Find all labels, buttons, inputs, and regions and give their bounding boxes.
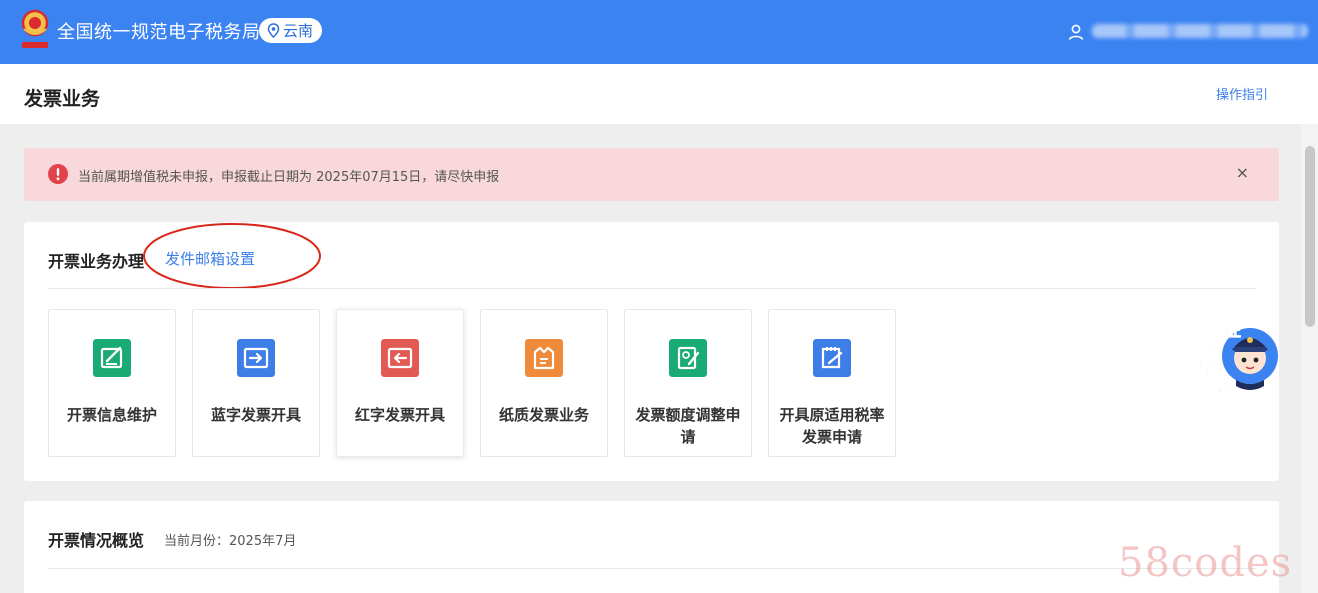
alert-message: 当前属期增值税未申报，申报截止日期为 2025年07月15日，请尽快申报 bbox=[78, 170, 500, 185]
red-invoice-icon bbox=[381, 339, 419, 377]
region-label: 云南 bbox=[283, 22, 314, 40]
invoice-overview-card: 开票情况概览 当前月份：2025年7月 bbox=[24, 501, 1279, 593]
page-header: 发票业务 操作指引 bbox=[0, 64, 1318, 124]
location-pin-icon bbox=[267, 23, 280, 38]
quota-adjust-icon bbox=[669, 339, 707, 377]
scrollbar-thumb[interactable] bbox=[1305, 146, 1315, 327]
tile-invoice-info-maintenance[interactable]: 开票信息维护 bbox=[48, 309, 176, 457]
mascot-interaction-icon[interactable]: 征 纳 互 动 bbox=[1194, 316, 1282, 400]
mascot-char: 纳 bbox=[1200, 332, 1217, 353]
tax-emblem-icon[interactable] bbox=[19, 9, 51, 51]
tile-label: 发票额度调整申请 bbox=[635, 406, 741, 446]
tile-original-rate-invoice[interactable]: 开具原适用税率发票申请 bbox=[768, 309, 896, 457]
current-month-label: 当前月份：2025年7月 bbox=[164, 534, 297, 549]
operations-title: 开票业务办理 bbox=[48, 252, 145, 271]
blue-invoice-icon bbox=[237, 339, 275, 377]
invoice-operations-card: 开票业务办理 发件邮箱设置 开票信息维护 蓝字发票开具 红字发票开具 纸质发票业… bbox=[24, 222, 1279, 481]
close-icon[interactable]: × bbox=[1236, 163, 1249, 182]
section-divider bbox=[48, 568, 1256, 569]
watermark-text: 58codes bbox=[1118, 540, 1293, 586]
tile-blue-invoice-issue[interactable]: 蓝字发票开具 bbox=[192, 309, 320, 457]
overview-title: 开票情况概览 bbox=[48, 531, 145, 550]
tile-label: 红字发票开具 bbox=[354, 406, 445, 424]
site-title[interactable]: 全国统一规范电子税务局 bbox=[57, 18, 261, 44]
region-switcher[interactable]: 云南 bbox=[259, 18, 323, 43]
paper-invoice-icon bbox=[525, 339, 563, 377]
rate-invoice-icon bbox=[813, 339, 851, 377]
top-bar: 全国统一规范电子税务局 云南 bbox=[0, 0, 1318, 64]
exclamation-circle-icon bbox=[48, 164, 68, 184]
page-title: 发票业务 bbox=[24, 88, 101, 110]
operation-guide-link[interactable]: 操作指引 bbox=[1216, 84, 1268, 103]
mascot-char: 征 bbox=[1224, 320, 1241, 341]
red-highlight-ellipse bbox=[143, 223, 321, 289]
tile-label: 蓝字发票开具 bbox=[210, 406, 301, 424]
user-name-blurred[interactable] bbox=[1092, 24, 1308, 38]
vat-filing-alert: 当前属期增值税未申报，申报截止日期为 2025年07月15日，请尽快申报 × bbox=[24, 148, 1279, 201]
edit-square-icon bbox=[93, 339, 131, 377]
tile-label: 纸质发票业务 bbox=[498, 406, 589, 424]
section-divider bbox=[48, 288, 1256, 289]
tile-paper-invoice[interactable]: 纸质发票业务 bbox=[480, 309, 608, 457]
tile-label: 开票信息维护 bbox=[66, 406, 157, 424]
mascot-char: 动 bbox=[1210, 377, 1227, 397]
tile-red-invoice-issue[interactable]: 红字发票开具 bbox=[336, 309, 464, 457]
mascot-char: 互 bbox=[1196, 357, 1213, 377]
user-icon[interactable] bbox=[1067, 23, 1085, 41]
tile-label: 开具原适用税率发票申请 bbox=[779, 406, 885, 446]
tile-quota-adjustment[interactable]: 发票额度调整申请 bbox=[624, 309, 752, 457]
